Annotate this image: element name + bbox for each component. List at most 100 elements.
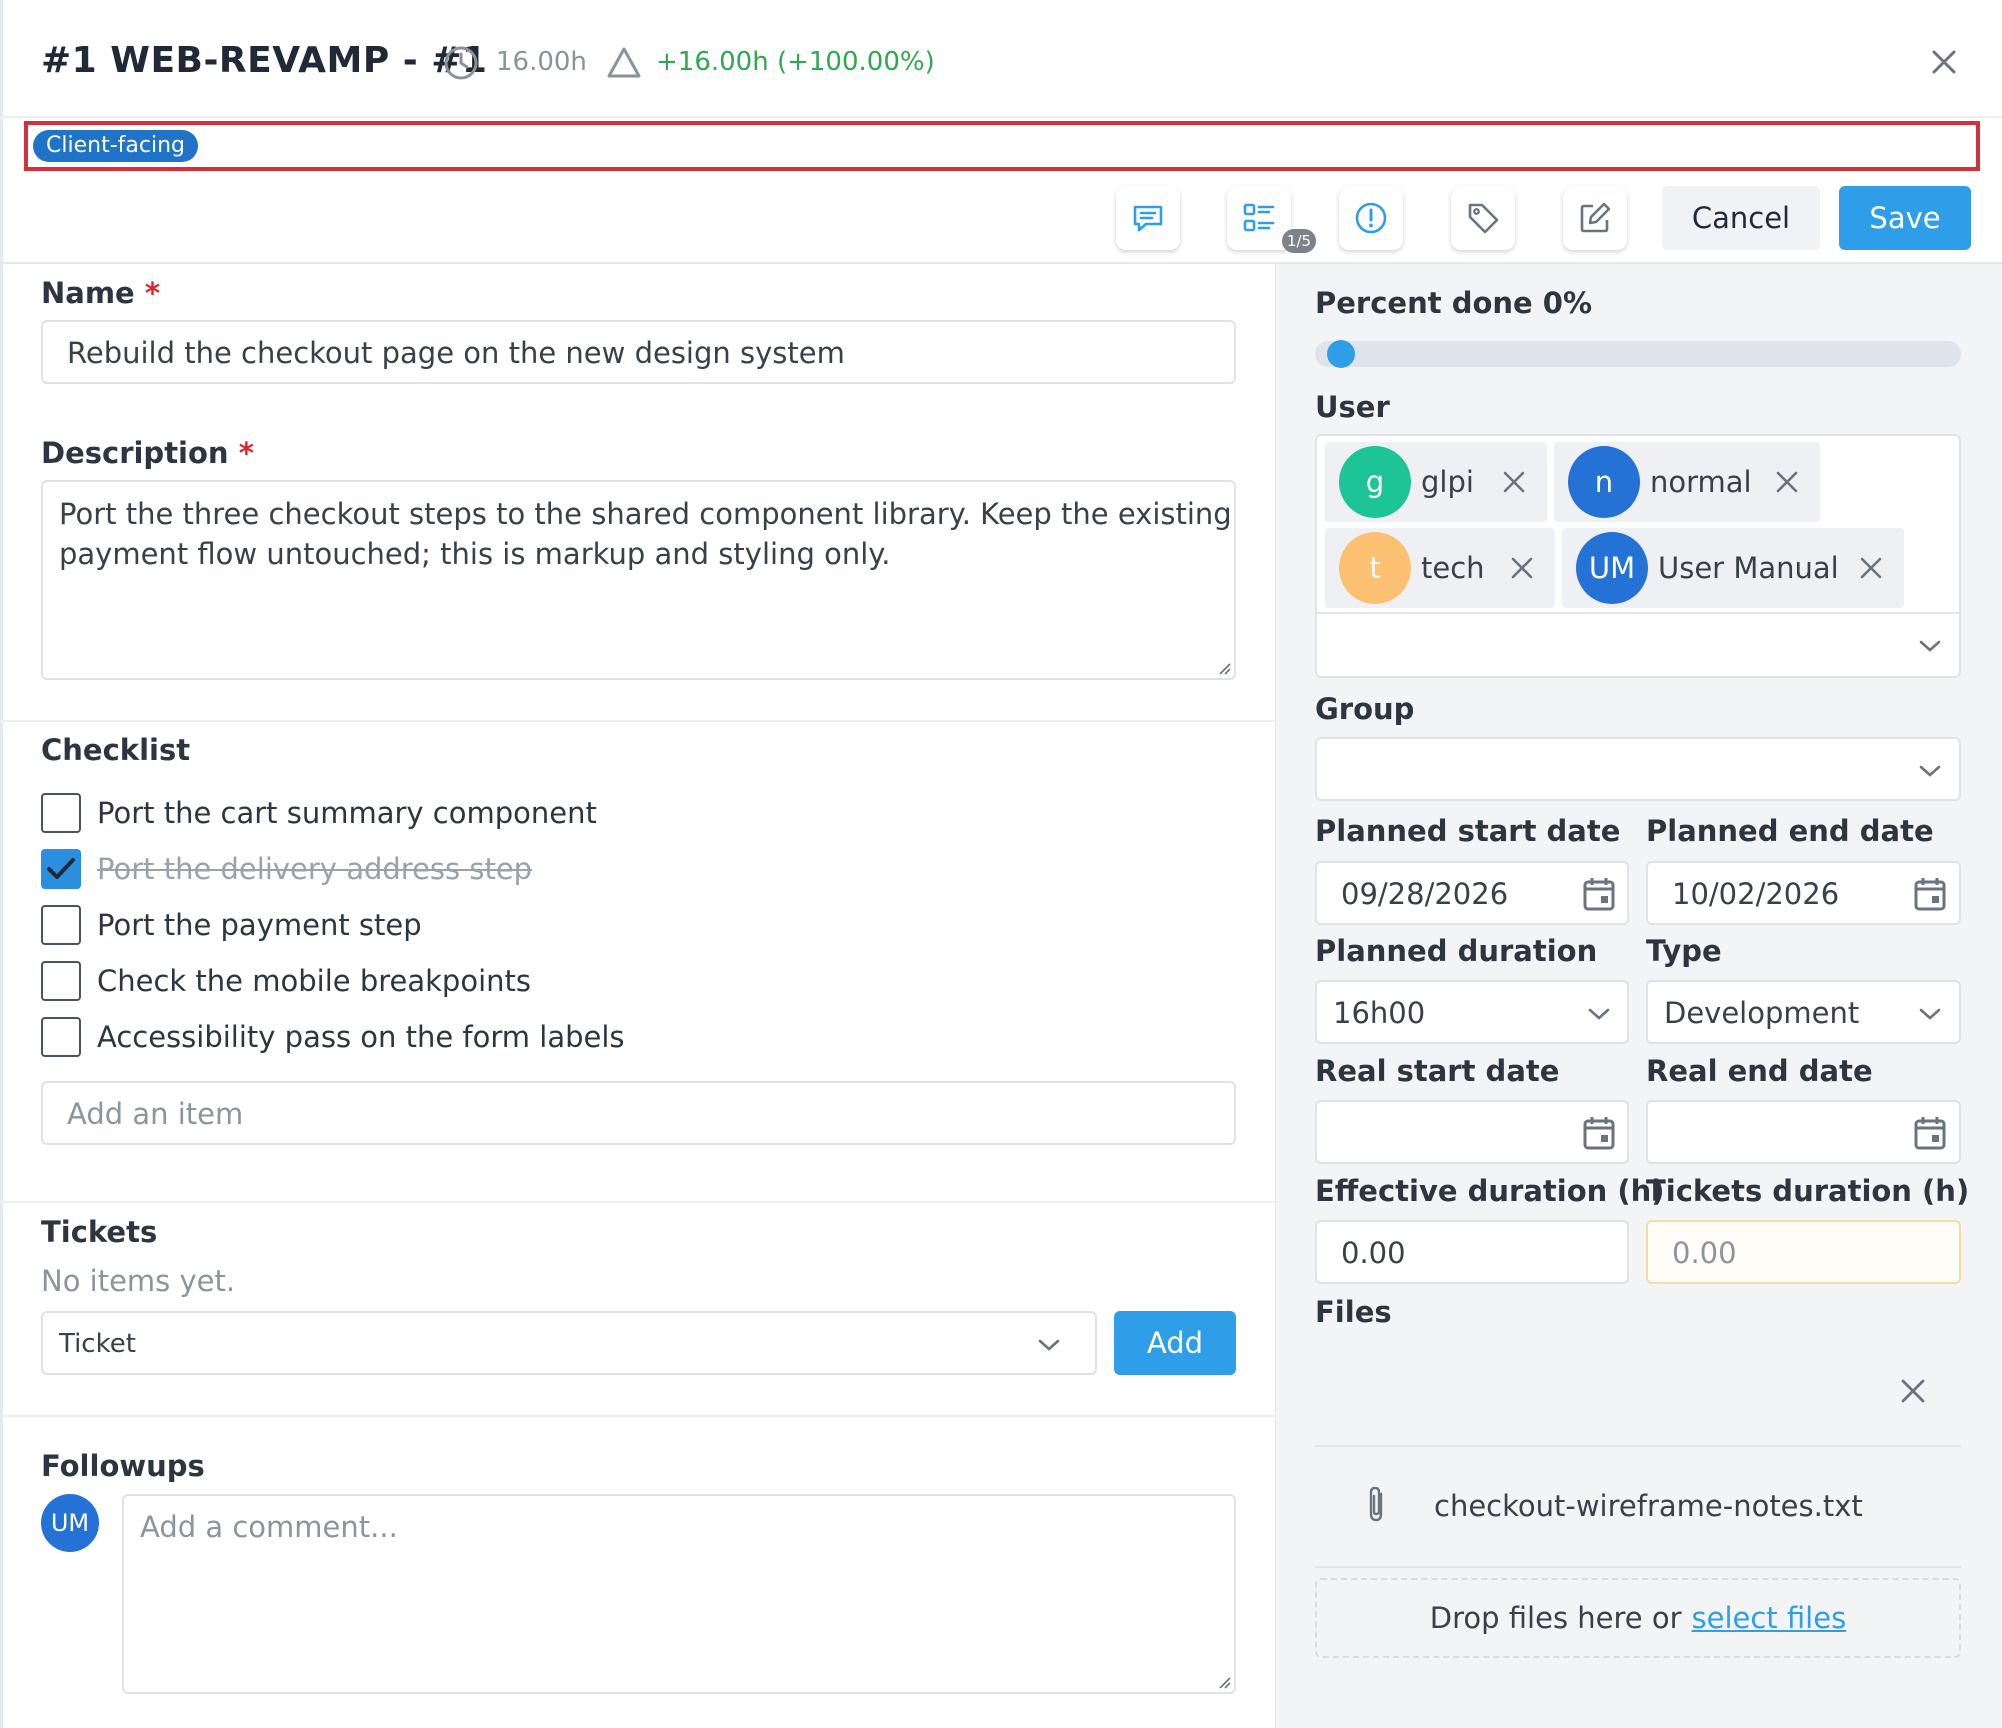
group-select[interactable] <box>1315 737 1961 801</box>
tickets-duration-input: 0.00 <box>1646 1220 1961 1284</box>
tag-badge[interactable]: Client-facing <box>33 130 198 162</box>
real-start-label: Real start date <box>1315 1054 1560 1088</box>
header-divider <box>0 116 2002 118</box>
checklist-item-label: Accessibility pass on the form labels <box>97 1020 625 1054</box>
files-label: Files <box>1315 1295 1392 1329</box>
planned-start-value: 09/28/2026 <box>1341 877 1509 911</box>
add-ticket-button[interactable]: Add <box>1114 1311 1236 1375</box>
calendar-icon[interactable] <box>1913 1115 1947 1151</box>
remove-icon[interactable] <box>1774 469 1800 495</box>
save-button[interactable]: Save <box>1839 186 1971 250</box>
file-dropzone[interactable]: Drop files here or select files <box>1315 1578 1961 1658</box>
calendar-icon[interactable] <box>1582 1115 1616 1151</box>
comment-textarea[interactable]: Add a comment... <box>122 1494 1236 1694</box>
real-start-input[interactable] <box>1315 1100 1629 1164</box>
remove-icon[interactable] <box>1858 555 1884 581</box>
ticket-select-value: Ticket <box>59 1329 136 1359</box>
priority-button[interactable] <box>1339 186 1403 250</box>
checklist-checkbox[interactable] <box>41 1017 81 1057</box>
section-divider <box>0 1201 1276 1203</box>
checklist-checkbox[interactable] <box>41 849 81 889</box>
type-select[interactable]: Development <box>1646 980 1961 1044</box>
cancel-button[interactable]: Cancel <box>1662 186 1820 250</box>
select-files-link[interactable]: select files <box>1692 1601 1847 1635</box>
tickets-duration-value: 0.00 <box>1672 1236 1737 1270</box>
planned-duration-label: Planned duration <box>1315 934 1598 968</box>
name-value: Rebuild the checkout page on the new des… <box>67 336 845 370</box>
files-divider <box>1315 1445 1961 1447</box>
comment-icon <box>1133 205 1163 232</box>
paperclip-icon <box>1369 1486 1383 1522</box>
edit-icon <box>1580 202 1611 233</box>
planned-duration-value: 16h00 <box>1333 996 1426 1030</box>
ticket-select[interactable]: Ticket <box>41 1311 1097 1375</box>
comment-placeholder: Add a comment... <box>140 1510 398 1544</box>
checklist-checkbox[interactable] <box>41 905 81 945</box>
checklist-progress-badge: 1/5 <box>1282 229 1316 253</box>
avatar: g <box>1339 446 1411 518</box>
close-icon[interactable] <box>1926 44 1962 80</box>
planned-hours: 16.00h <box>496 47 587 77</box>
planned-duration-select[interactable]: 16h00 <box>1315 980 1629 1044</box>
calendar-icon[interactable] <box>1913 876 1947 912</box>
checklist-checkbox[interactable] <box>41 793 81 833</box>
user-chip-glpi: g glpi <box>1325 442 1547 522</box>
delta-icon <box>607 47 641 78</box>
hours-delta: +16.00h (+100.00%) <box>656 47 935 77</box>
remove-icon[interactable] <box>1509 555 1535 581</box>
checklist-checkbox[interactable] <box>41 961 81 1001</box>
real-end-label: Real end date <box>1646 1054 1873 1088</box>
checklist-item-label: Check the mobile breakpoints <box>97 964 531 998</box>
planned-start-input[interactable]: 09/28/2026 <box>1315 861 1629 925</box>
type-label: Type <box>1646 934 1722 968</box>
description-value: Port the three checkout steps to the sha… <box>59 497 1232 571</box>
chevron-down-icon <box>1588 1008 1610 1020</box>
alert-icon <box>1355 202 1387 234</box>
effective-duration-input[interactable]: 0.00 <box>1315 1220 1629 1284</box>
comment-button[interactable] <box>1116 186 1180 250</box>
file-name[interactable]: checkout-wireframe-notes.txt <box>1434 1489 1863 1523</box>
checklist-item-label: Port the delivery address step <box>97 852 533 886</box>
user-label: User <box>1315 390 1390 424</box>
user-chip-normal: n normal <box>1554 442 1820 522</box>
section-divider <box>0 1415 1276 1417</box>
column-divider <box>1275 264 1276 1728</box>
tag-icon <box>1468 203 1499 234</box>
edit-button[interactable] <box>1563 186 1627 250</box>
percent-done-slider[interactable] <box>1315 341 1961 367</box>
avatar: UM <box>1576 532 1648 604</box>
user-chip-tech: t tech <box>1325 528 1555 608</box>
avatar: t <box>1339 532 1411 604</box>
user-chip-name: tech <box>1421 551 1485 585</box>
user-chip-name: normal <box>1650 465 1752 499</box>
window-edge <box>0 0 3 1728</box>
chevron-down-icon <box>1919 1008 1941 1020</box>
checklist-label: Checklist <box>41 733 191 767</box>
group-label: Group <box>1315 692 1415 726</box>
resize-handle-icon[interactable] <box>1217 661 1231 675</box>
percent-done-label: Percent done 0% <box>1315 286 1593 320</box>
description-textarea[interactable]: Port the three checkout steps to the sha… <box>41 480 1236 680</box>
resize-handle-icon[interactable] <box>1217 1675 1231 1689</box>
section-divider <box>0 720 1276 722</box>
user-select-divider <box>1317 612 1959 614</box>
calendar-icon[interactable] <box>1582 876 1616 912</box>
checkmark-icon <box>47 858 75 879</box>
chevron-down-icon[interactable] <box>1918 638 1942 654</box>
avatar: n <box>1568 446 1640 518</box>
real-end-input[interactable] <box>1646 1100 1961 1164</box>
dropzone-text: Drop files here or <box>1429 1601 1682 1635</box>
planned-end-label: Planned end date <box>1646 814 1934 848</box>
tags-field[interactable] <box>24 121 1980 171</box>
chevron-down-icon <box>1919 765 1941 777</box>
name-input[interactable]: Rebuild the checkout page on the new des… <box>41 320 1236 384</box>
remove-icon[interactable] <box>1501 469 1527 495</box>
close-icon[interactable] <box>1898 1376 1928 1406</box>
effective-duration-label: Effective duration (h) <box>1315 1174 1665 1208</box>
slider-thumb[interactable] <box>1327 340 1355 368</box>
tag-button[interactable] <box>1451 186 1515 250</box>
planned-end-input[interactable]: 10/02/2026 <box>1646 861 1961 925</box>
tickets-empty-text: No items yet. <box>41 1264 236 1298</box>
add-checklist-item-input[interactable]: Add an item <box>41 1081 1236 1145</box>
user-chip-name: glpi <box>1421 465 1474 499</box>
